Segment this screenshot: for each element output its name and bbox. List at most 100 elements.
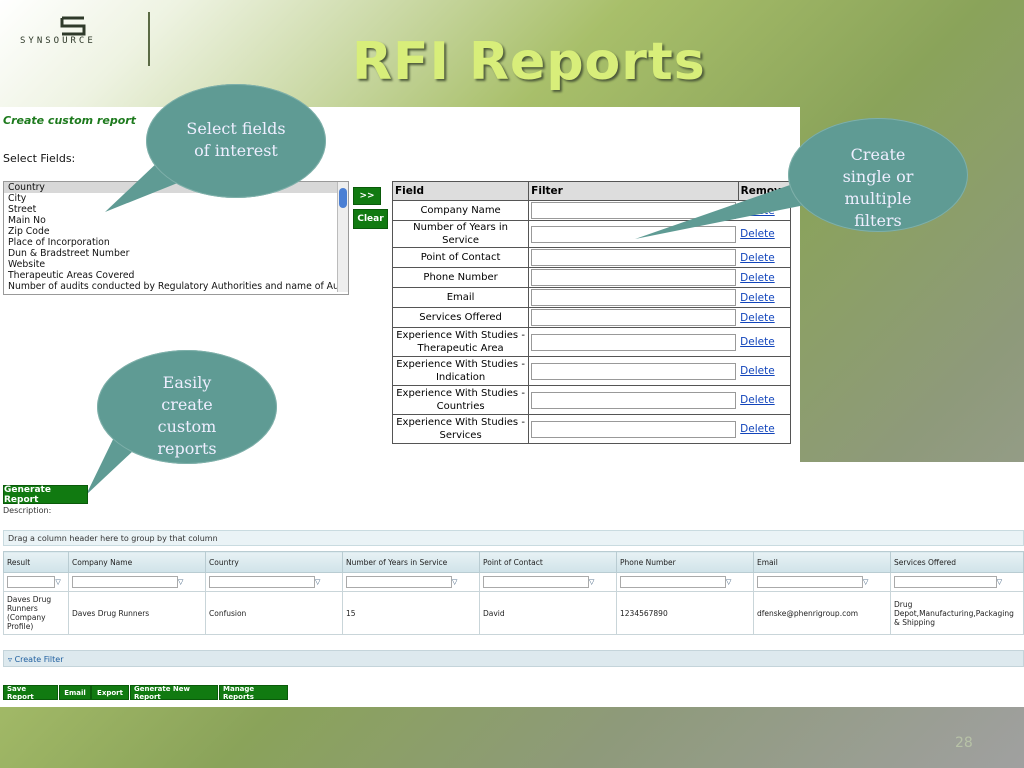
create-filter-bar[interactable]: ▿ Create Filter [3, 650, 1024, 667]
email-button[interactable]: Email [59, 685, 91, 700]
filter-field-name: Experience With Studies - Indication [391, 356, 530, 386]
field-option[interactable]: Number of audits conducted by Regulatory… [4, 281, 348, 292]
field-option[interactable]: Therapeutic Areas Covered [4, 270, 348, 281]
logo-text: SYNSOURCE [20, 36, 96, 46]
col-header-field: Field [391, 181, 530, 201]
slide-title: RFI Reports [352, 32, 706, 92]
filter-field-name: Experience With Studies - Therapeutic Ar… [391, 327, 530, 357]
filter-icon[interactable]: ▽ [315, 579, 322, 586]
filter-field-name: Email [391, 287, 530, 308]
result-link[interactable]: Daves Drug Runners (Company Profile) [3, 591, 69, 635]
grid-col-label: Point of Contact [483, 557, 543, 567]
delete-link[interactable]: Delete [738, 414, 792, 444]
grid-col-label: Phone Number [620, 557, 676, 567]
field-option[interactable]: Zip Code [4, 226, 348, 237]
filter-field-name: Experience With Studies - Countries [391, 385, 530, 415]
logo-divider [148, 12, 150, 66]
filter-input[interactable] [531, 362, 737, 380]
clear-button[interactable]: Clear [353, 209, 388, 229]
listbox-scrollbar[interactable] [337, 182, 348, 292]
grid-cell: Drug Depot,Manufacturing,Packaging & Shi… [890, 591, 1024, 635]
filter-field-name: Phone Number [391, 267, 530, 288]
filter-icon[interactable]: ▽ [55, 579, 62, 586]
filter-icon[interactable]: ▽ [726, 579, 733, 586]
generate-new-report-button[interactable]: Generate New Report [130, 685, 218, 701]
manage-reports-button[interactable]: Manage Reports [219, 685, 288, 701]
callout-filters: Create single or multiple filters [788, 118, 968, 232]
grid-filter-cell[interactable]: ▽ [68, 572, 206, 592]
filter-input[interactable] [531, 249, 737, 266]
grid-filter-cell[interactable]: ▽ [205, 572, 343, 592]
callout-select-fields: Select fields of interest [146, 84, 326, 198]
generate-report-button[interactable]: Generate Report [3, 485, 88, 505]
grid-col-header[interactable]: Result [3, 551, 69, 573]
grid-cell: Confusion [205, 591, 343, 635]
delete-link[interactable]: Delete [738, 385, 792, 415]
filter-icon[interactable]: ▽ [863, 579, 870, 586]
filter-icon[interactable]: ▽ [178, 579, 185, 586]
add-field-button[interactable]: >> [353, 187, 381, 205]
filter-icon[interactable]: ▽ [997, 579, 1004, 586]
grid-cell: dfenske@phenrigroup.com [753, 591, 891, 635]
table-row: Daves Drug Runners (Company Profile) Dav… [3, 591, 1024, 635]
filter-field-name: Services Offered [391, 307, 530, 328]
grid-filter-cell[interactable]: ▽ [753, 572, 891, 592]
scrollbar-thumb[interactable] [339, 188, 347, 208]
delete-link[interactable]: Delete [738, 356, 792, 386]
grid-cell: 15 [342, 591, 480, 635]
create-filter-label: Create Filter [14, 655, 64, 664]
field-option[interactable]: Website [4, 259, 348, 270]
grid-filter-cell[interactable]: ▽ [890, 572, 1024, 592]
select-fields-label: Select Fields: [3, 152, 76, 165]
filter-input[interactable] [531, 391, 737, 409]
filter-field-name: Company Name [391, 200, 530, 221]
grid-col-header[interactable]: Email [753, 551, 891, 573]
callout-custom-text: Easily create custom reports [157, 373, 217, 458]
grid-col-label: Email [757, 557, 778, 567]
grid-cell: 1234567890 [616, 591, 754, 635]
results-grid: Result Company Name Country Number of Ye… [3, 551, 1024, 635]
delete-link[interactable]: Delete [738, 287, 792, 308]
filter-input[interactable] [531, 309, 737, 326]
export-button[interactable]: Export [91, 685, 129, 700]
filter-input[interactable] [531, 269, 737, 286]
grid-cell: Daves Drug Runners [68, 591, 206, 635]
grid-col-header[interactable]: Phone Number [616, 551, 754, 573]
grid-col-label: Country [209, 557, 239, 567]
callout-select-text: Select fields of interest [186, 119, 286, 160]
grid-filter-cell[interactable]: ▽ [342, 572, 480, 592]
delete-link[interactable]: Delete [738, 307, 792, 328]
filter-field-name: Point of Contact [391, 247, 530, 268]
save-report-button[interactable]: Save Report [3, 685, 58, 701]
grid-col-header[interactable]: Number of Years in Service [342, 551, 480, 573]
delete-link[interactable]: Delete [738, 327, 792, 357]
filter-icon[interactable]: ▽ [452, 579, 459, 586]
group-by-bar[interactable]: Drag a column header here to group by th… [3, 530, 1024, 546]
grid-cell: David [479, 591, 617, 635]
filter-input[interactable] [531, 289, 737, 306]
delete-link[interactable]: Delete [738, 267, 792, 288]
grid-col-header[interactable]: Country [205, 551, 343, 573]
synsource-logo [60, 16, 86, 36]
grid-col-label: Company Name [72, 557, 133, 567]
slide-number: 28 [955, 735, 973, 751]
grid-col-label: Number of Years in Service [346, 557, 448, 567]
delete-link[interactable]: Delete [738, 247, 792, 268]
grid-filter-cell[interactable]: ▽ [616, 572, 754, 592]
grid-col-header[interactable]: Company Name [68, 551, 206, 573]
create-report-heading: Create custom report [3, 114, 136, 127]
grid-col-label: Services Offered [894, 557, 956, 567]
grid-col-header[interactable]: Services Offered [890, 551, 1024, 573]
description-label: Description: [3, 506, 52, 515]
grid-filter-cell[interactable]: ▽ [3, 572, 69, 592]
field-option[interactable]: Dun & Bradstreet Number [4, 248, 348, 259]
grid-col-header[interactable]: Point of Contact [479, 551, 617, 573]
callout-custom-reports: Easily create custom reports [97, 350, 277, 464]
callout-filters-text: Create single or multiple filters [842, 145, 914, 230]
filter-input[interactable] [531, 420, 737, 438]
filter-input[interactable] [531, 333, 737, 351]
field-option[interactable]: Place of Incorporation [4, 237, 348, 248]
grid-filter-cell[interactable]: ▽ [479, 572, 617, 592]
filter-field-name: Experience With Studies - Services [391, 414, 530, 444]
filter-icon[interactable]: ▽ [589, 579, 596, 586]
